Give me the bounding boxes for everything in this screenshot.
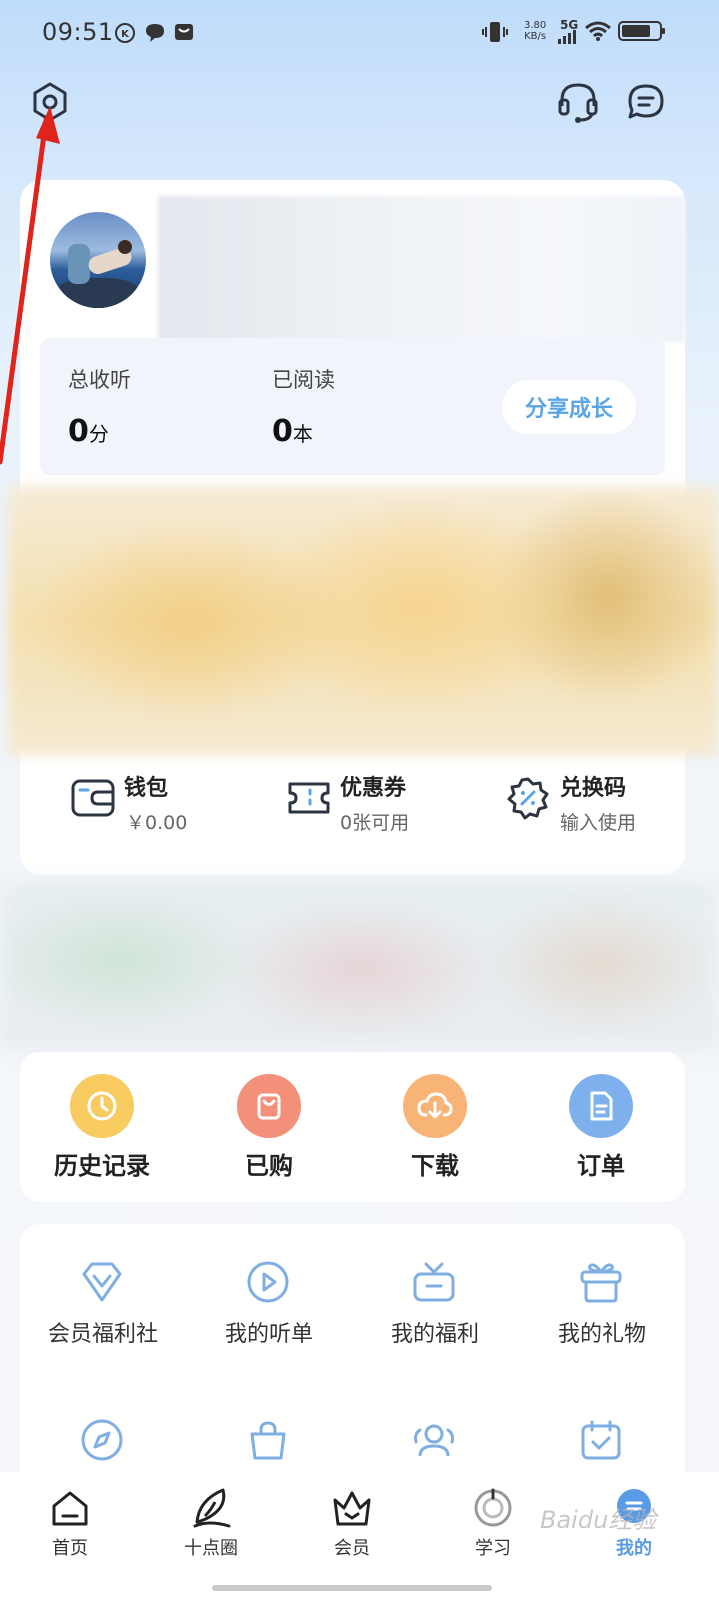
- watermark: Baidu经验: [540, 1506, 657, 1534]
- signal-bars-icon: [558, 30, 576, 44]
- orders-button[interactable]: [569, 1074, 633, 1138]
- percent-badge-icon: [507, 777, 549, 820]
- status-time: 09:51: [42, 18, 114, 46]
- orders-label: 订单: [577, 1152, 625, 1180]
- blurred-vip-banner[interactable]: [8, 486, 719, 756]
- present-icon[interactable]: [577, 1258, 625, 1306]
- history-button[interactable]: [70, 1074, 134, 1138]
- home-icon: [52, 1491, 88, 1526]
- group-icon[interactable]: [410, 1416, 458, 1464]
- tab-circle-label: 十点圈: [184, 1538, 238, 1559]
- chat-notification-icon: [146, 24, 164, 42]
- my-playlist-label[interactable]: 我的听单: [186, 1316, 352, 1348]
- battery-icon: [618, 21, 665, 41]
- crown-icon: [333, 1491, 371, 1526]
- avatar[interactable]: [50, 212, 146, 308]
- compass-icon[interactable]: [78, 1416, 126, 1464]
- learn-circle-icon: [474, 1488, 512, 1527]
- headset-icon[interactable]: [556, 80, 600, 124]
- redeem-sub: 输入使用: [560, 812, 637, 834]
- status-bar: 09:51 K 3.80 KB/s 5G: [0, 0, 719, 64]
- download-button[interactable]: [403, 1074, 467, 1138]
- blurred-promo-strip[interactable]: [0, 880, 719, 1050]
- clock-icon: [87, 1091, 117, 1121]
- settings-hexagon-icon[interactable]: [28, 80, 72, 124]
- read-label: 已阅读: [272, 368, 335, 392]
- coupon-count: 0张可用: [340, 812, 410, 834]
- share-growth-button[interactable]: 分享成长: [502, 380, 636, 434]
- redeem-title: 兑换码: [560, 776, 627, 801]
- wallet-balance: ￥0.00: [126, 812, 188, 834]
- gift-box-icon[interactable]: [410, 1258, 458, 1306]
- redeem-code-item[interactable]: 兑换码 输入使用: [506, 770, 696, 840]
- vibrate-icon: [482, 22, 508, 42]
- svg-text:K: K: [121, 29, 130, 40]
- coupon-item[interactable]: 优惠券 0张可用: [286, 770, 486, 840]
- download-cloud-icon: [417, 1092, 453, 1119]
- vip-welfare-label[interactable]: 会员福利社: [20, 1316, 186, 1348]
- history-label: 历史记录: [54, 1152, 150, 1180]
- wallet-item[interactable]: 钱包 ￥0.00: [70, 770, 270, 840]
- home-indicator[interactable]: [212, 1585, 492, 1591]
- tab-home-label: 首页: [52, 1538, 88, 1559]
- play-circle-icon[interactable]: [244, 1258, 292, 1306]
- download-label: 下载: [411, 1152, 459, 1180]
- purchased-button[interactable]: [237, 1074, 301, 1138]
- wifi-icon: [585, 21, 611, 41]
- document-icon: [590, 1091, 613, 1121]
- feather-icon: [193, 1488, 231, 1528]
- mail-notification-icon: [175, 24, 193, 40]
- calendar-check-icon[interactable]: [577, 1416, 625, 1464]
- shopping-bag-icon[interactable]: [244, 1416, 292, 1464]
- purchased-label: 已购: [245, 1152, 293, 1180]
- diamond-icon[interactable]: [78, 1258, 126, 1306]
- wallet-title: 钱包: [124, 776, 169, 801]
- blurred-user-info: [158, 196, 685, 342]
- net-speed: 3.80 KB/s: [524, 20, 547, 42]
- coupon-title: 优惠券: [340, 776, 407, 801]
- wallet-icon: [71, 779, 115, 817]
- chat-bubble-icon[interactable]: [624, 80, 668, 124]
- tab-learn-label: 学习: [475, 1538, 511, 1559]
- read-value[interactable]: 0本: [272, 414, 313, 449]
- listen-value[interactable]: 0分: [68, 414, 109, 449]
- k-badge-icon: K: [115, 23, 135, 43]
- tab-mine-label: 我的: [616, 1538, 652, 1559]
- bag-icon: [257, 1093, 281, 1120]
- my-welfare-label[interactable]: 我的福利: [352, 1316, 518, 1348]
- listen-label: 总收听: [68, 368, 131, 392]
- tab-vip-label: 会员: [334, 1538, 370, 1559]
- my-gifts-label[interactable]: 我的礼物: [519, 1316, 685, 1348]
- coupon-icon: [288, 782, 330, 814]
